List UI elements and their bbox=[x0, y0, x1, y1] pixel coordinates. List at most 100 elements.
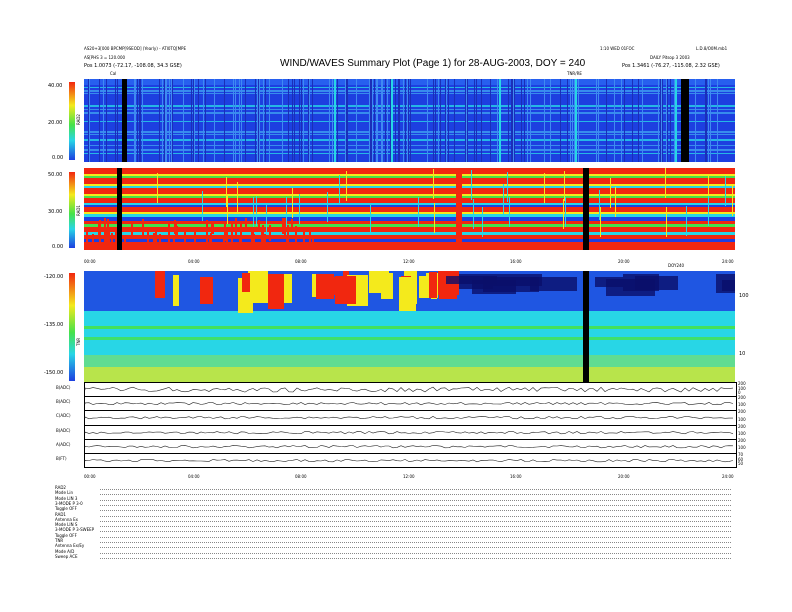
burst-line bbox=[435, 79, 436, 162]
burst-line bbox=[227, 194, 228, 224]
burst-line bbox=[235, 79, 236, 162]
burst-line bbox=[164, 79, 165, 162]
parameter-line: Mode LIN 3 bbox=[55, 495, 78, 501]
burst-line bbox=[134, 79, 135, 162]
burst-line bbox=[231, 224, 233, 245]
tnr-spectrogram bbox=[84, 271, 735, 382]
burst-line bbox=[286, 197, 287, 227]
trace-line bbox=[84, 430, 734, 434]
data-gap bbox=[116, 168, 122, 250]
burst-line bbox=[203, 79, 204, 162]
burst-line bbox=[99, 228, 101, 242]
burst-line bbox=[115, 79, 116, 162]
burst-line bbox=[301, 79, 302, 162]
rad1-ylabel: RAD1 bbox=[76, 205, 81, 216]
rad2-colorbar bbox=[69, 82, 75, 160]
burst-line bbox=[524, 79, 525, 162]
burst-line bbox=[159, 234, 161, 250]
burst-line bbox=[282, 79, 283, 162]
trace-xtick-2: 08:00 bbox=[295, 474, 307, 479]
burst-line bbox=[262, 225, 264, 243]
burst-line bbox=[567, 79, 568, 162]
burst-line bbox=[263, 79, 264, 162]
burst-line bbox=[245, 79, 246, 162]
parameter-line: RAD1 bbox=[55, 511, 66, 517]
burst-line bbox=[621, 79, 622, 162]
tnr-right-tick-10: 10 bbox=[739, 351, 746, 357]
trace-panel bbox=[84, 382, 737, 398]
burst-line bbox=[705, 79, 706, 162]
burst-line bbox=[142, 79, 143, 162]
data-gap bbox=[583, 168, 589, 250]
burst-line bbox=[706, 79, 707, 162]
burst-line bbox=[550, 79, 551, 162]
tnr-hot-region bbox=[429, 272, 437, 298]
burst-line bbox=[346, 171, 347, 201]
burst-line bbox=[92, 234, 94, 249]
dotted-rule bbox=[100, 552, 731, 554]
burst-line bbox=[670, 79, 671, 162]
burst-line bbox=[570, 79, 571, 162]
burst-line bbox=[131, 224, 133, 236]
burst-line bbox=[408, 79, 409, 162]
burst-line bbox=[658, 79, 659, 162]
burst-line bbox=[521, 79, 522, 162]
burst-line bbox=[124, 237, 126, 250]
burst-line bbox=[135, 79, 136, 162]
trace-path bbox=[84, 430, 734, 434]
burst-line bbox=[544, 173, 545, 203]
tnr-ytick-bottom: -150.00 bbox=[44, 370, 64, 376]
burst-line bbox=[642, 79, 643, 162]
burst-line bbox=[433, 169, 434, 199]
burst-line bbox=[377, 79, 378, 162]
tnr-hot-region bbox=[242, 273, 250, 292]
tnr-ytick-mid: -135.00 bbox=[44, 322, 64, 328]
burst-line bbox=[356, 79, 357, 162]
burst-line bbox=[212, 222, 214, 234]
trace-right-tick: 100 bbox=[738, 444, 746, 450]
burst-line bbox=[193, 79, 194, 162]
trace-line bbox=[84, 416, 733, 420]
burst-line bbox=[345, 79, 346, 162]
trace-panel bbox=[84, 410, 737, 426]
burst-line bbox=[258, 220, 260, 232]
burst-line bbox=[385, 79, 386, 162]
burst-line bbox=[291, 219, 293, 232]
burst-line bbox=[448, 79, 449, 162]
header-left-line2: AS[PHS 3 = 120.000 bbox=[84, 55, 126, 60]
dotted-rule bbox=[100, 547, 731, 549]
rad2-ylabel: RAD2 bbox=[76, 114, 81, 125]
trace-right-tick: 200 bbox=[738, 437, 746, 443]
burst-line bbox=[103, 79, 104, 162]
burst-line bbox=[482, 207, 483, 237]
trace-xtick-0: 00:00 bbox=[84, 474, 96, 479]
parameter-line: Toggle OFF bbox=[55, 506, 77, 512]
burst-line bbox=[395, 79, 396, 162]
burst-line bbox=[265, 79, 266, 162]
dotted-rule bbox=[100, 494, 731, 496]
burst-line bbox=[467, 79, 468, 162]
burst-line bbox=[527, 79, 528, 162]
trace-label: B(ADC) bbox=[56, 385, 71, 390]
burst-line bbox=[466, 79, 467, 162]
burst-line bbox=[155, 228, 157, 250]
rad1-xtick-6: 24:00 bbox=[722, 259, 734, 264]
burst-line bbox=[499, 79, 501, 162]
burst-line bbox=[105, 228, 107, 244]
rad1-ytick-top: 50.00 bbox=[48, 172, 63, 178]
burst-line bbox=[381, 79, 382, 162]
trace-xtick-6: 24:00 bbox=[722, 474, 734, 479]
parameter-line: 3-MODE P 3-SWEEP bbox=[55, 527, 95, 533]
burst-line bbox=[214, 79, 215, 162]
burst-line bbox=[224, 79, 225, 162]
header-right-id: L.D.8/O0M.mb1 bbox=[696, 46, 728, 51]
rad1-colorbar bbox=[69, 172, 75, 248]
burst-line bbox=[162, 79, 163, 162]
burst-line bbox=[476, 79, 477, 162]
burst-line bbox=[600, 207, 601, 237]
spectrum-band bbox=[84, 337, 735, 340]
burst-line bbox=[454, 79, 455, 162]
burst-line bbox=[172, 79, 173, 162]
tnr-hot-region bbox=[316, 274, 334, 299]
parameter-line: Sweep ACE bbox=[55, 553, 78, 559]
